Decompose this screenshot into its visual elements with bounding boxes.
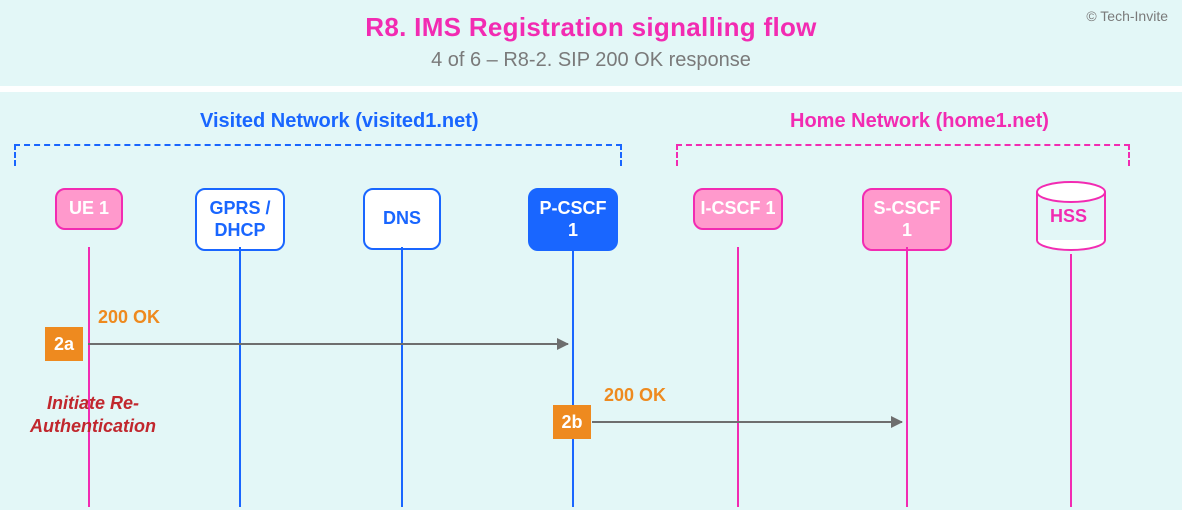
node-dns: DNS	[363, 188, 441, 250]
lifeline-gprs	[239, 247, 241, 507]
lifeline-pcscf	[572, 247, 574, 507]
header: © Tech-Invite R8. IMS Registration signa…	[0, 0, 1182, 86]
step-2a-box: 2a	[45, 327, 83, 361]
node-icscf: I-CSCF 1	[693, 188, 783, 230]
home-bracket	[676, 144, 1130, 166]
visited-bracket	[14, 144, 622, 166]
arrow-2a	[88, 343, 568, 345]
copyright: © Tech-Invite	[1086, 8, 1168, 24]
page-title: R8. IMS Registration signalling flow	[0, 12, 1182, 43]
sequence-diagram: Visited Network (visited1.net) Home Netw…	[0, 92, 1182, 510]
lifeline-hss	[1070, 254, 1072, 507]
lifeline-icscf	[737, 247, 739, 507]
lifeline-dns	[401, 247, 403, 507]
step-2b-msg: 200 OK	[604, 385, 666, 406]
node-pcscf: P-CSCF 1	[528, 188, 618, 251]
node-gprs-dhcp: GPRS / DHCP	[195, 188, 285, 251]
visited-network-label: Visited Network (visited1.net)	[200, 110, 479, 133]
step-2b-box: 2b	[553, 405, 591, 439]
step-2a-msg: 200 OK	[98, 307, 160, 328]
note-line2: Authentication	[30, 416, 156, 436]
note-line1: Initiate Re-	[47, 393, 139, 413]
node-ue: UE 1	[55, 188, 123, 230]
note-reauth: Initiate Re- Authentication	[30, 392, 156, 437]
node-scscf: S-CSCF 1	[862, 188, 952, 251]
lifeline-ue	[88, 247, 90, 507]
home-network-label: Home Network (home1.net)	[790, 110, 1049, 133]
node-hss-label: HSS	[1050, 206, 1087, 227]
page-root: © Tech-Invite R8. IMS Registration signa…	[0, 0, 1182, 521]
arrow-2b	[592, 421, 902, 423]
page-subtitle: 4 of 6 – R8-2. SIP 200 OK response	[0, 49, 1182, 72]
lifeline-scscf	[906, 247, 908, 507]
